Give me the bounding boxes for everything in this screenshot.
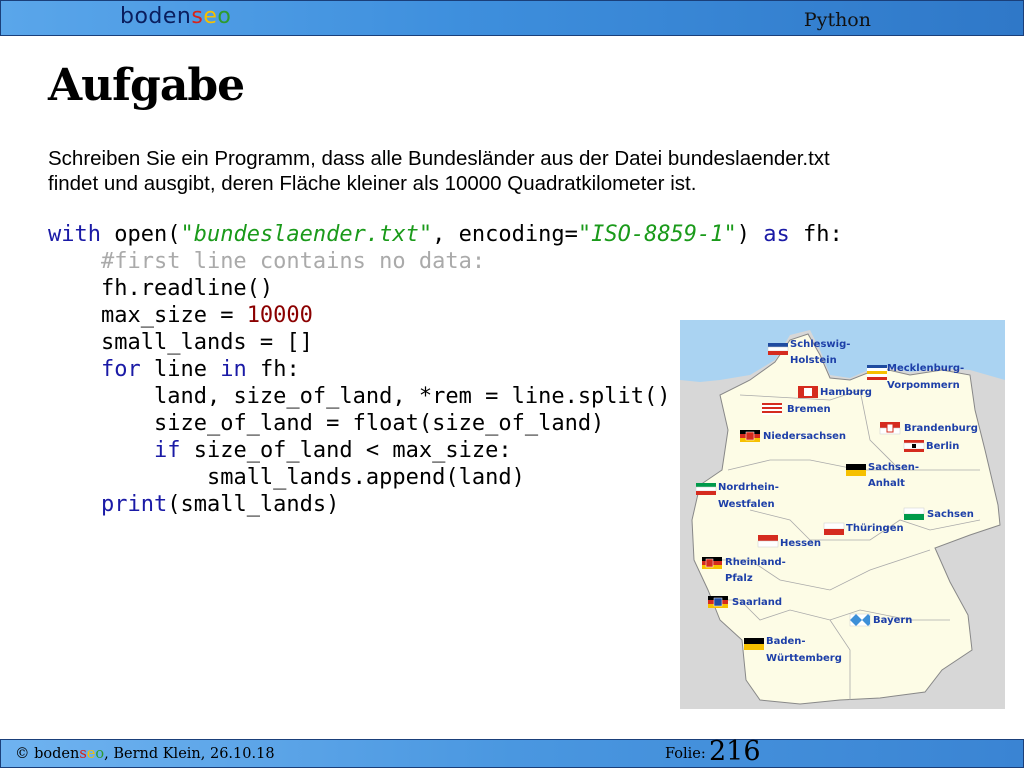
label-berlin: Berlin bbox=[926, 441, 959, 452]
label-baden-wuerttemberg-2: Württemberg bbox=[766, 653, 842, 664]
task-text-line-2: findet und ausgibt, deren Fläche kleiner… bbox=[48, 172, 697, 195]
label-mecklenburg-vorpommern-1: Mecklenburg- bbox=[887, 363, 964, 374]
label-thueringen: Thüringen bbox=[846, 523, 904, 534]
label-rheinland-pfalz-2: Pfalz bbox=[725, 573, 753, 584]
flag-berlin bbox=[903, 440, 925, 452]
flag-brandenburg bbox=[879, 422, 901, 435]
code-line-11: print(small_lands) bbox=[100, 492, 340, 517]
label-baden-wuerttemberg-1: Baden- bbox=[766, 636, 806, 647]
label-mecklenburg-vorpommern-2: Vorpommern bbox=[887, 380, 960, 391]
code-line-5: small_lands = [] bbox=[100, 330, 313, 355]
label-sachsen-anhalt-2: Anhalt bbox=[868, 478, 905, 489]
flag-sachsen bbox=[903, 507, 925, 520]
label-hessen: Hessen bbox=[780, 538, 821, 549]
label-saarland: Saarland bbox=[732, 597, 782, 608]
page-number: 216 bbox=[709, 736, 761, 767]
code-line-1: with open("bundeslaender.txt", encoding=… bbox=[48, 222, 843, 247]
footer-logo: bodenseo bbox=[34, 746, 105, 762]
label-bayern: Bayern bbox=[873, 615, 912, 626]
topic-label: Python bbox=[803, 9, 871, 31]
flag-baden-wuerttemberg bbox=[744, 638, 764, 650]
label-hamburg: Hamburg bbox=[820, 387, 872, 398]
task-text-line-1: Schreiben Sie ein Programm, dass alle Bu… bbox=[48, 147, 830, 170]
germany-map: Schleswig- Holstein Mecklenburg- Vorpomm… bbox=[680, 320, 1005, 709]
code-line-3: fh.readline() bbox=[100, 276, 274, 301]
label-schleswig-holstein-2: Holstein bbox=[790, 355, 837, 366]
flag-hessen bbox=[757, 535, 779, 548]
code-line-10: small_lands.append(land) bbox=[206, 465, 525, 490]
flag-bremen bbox=[762, 403, 782, 415]
label-nordrhein-westfalen-1: Nordrhein- bbox=[718, 482, 779, 493]
footer-bar: © bodenseo, Bernd Klein, 26.10.18 Folie:… bbox=[0, 736, 1024, 768]
code-line-6: for line in fh: bbox=[100, 357, 300, 382]
slide-title: Aufgabe bbox=[48, 60, 245, 111]
flag-saarland bbox=[708, 596, 728, 608]
footer-credits: © bodenseo, Bernd Klein, 26.10.18 bbox=[15, 746, 275, 762]
flag-thueringen bbox=[823, 522, 845, 535]
flag-mecklenburg-vorpommern bbox=[867, 365, 887, 380]
label-sachsen: Sachsen bbox=[927, 509, 974, 520]
label-niedersachsen: Niedersachsen bbox=[763, 431, 846, 442]
flag-hamburg bbox=[798, 386, 818, 398]
code-line-8: size_of_land = float(size_of_land) bbox=[153, 411, 605, 436]
flag-nordrhein-westfalen bbox=[695, 483, 717, 495]
flag-sachsen-anhalt bbox=[846, 464, 866, 476]
code-line-7: land, size_of_land, *rem = line.split() bbox=[153, 384, 671, 409]
label-nordrhein-westfalen-2: Westfalen bbox=[718, 499, 775, 510]
label-brandenburg: Brandenburg bbox=[904, 423, 978, 434]
code-line-4: max_size = 10000 bbox=[100, 303, 313, 328]
header-bar: bodenseo Python bbox=[0, 0, 1024, 36]
flag-niedersachsen bbox=[740, 430, 760, 442]
folie-label: Folie: bbox=[665, 746, 706, 762]
label-bremen: Bremen bbox=[787, 404, 831, 415]
code-line-9: if size_of_land < max_size: bbox=[153, 438, 512, 463]
flag-bayern bbox=[849, 613, 871, 627]
flag-schleswig-holstein bbox=[767, 343, 789, 355]
code-line-2: #first line contains no data: bbox=[100, 249, 486, 274]
bodenseo-logo: bodenseo bbox=[120, 4, 232, 29]
flag-rheinland-pfalz bbox=[702, 557, 722, 569]
task-description: Schreiben Sie ein Programm, dass alle Bu… bbox=[48, 146, 948, 196]
label-rheinland-pfalz-1: Rheinland- bbox=[725, 557, 786, 568]
label-sachsen-anhalt-1: Sachsen- bbox=[868, 462, 919, 473]
label-schleswig-holstein-1: Schleswig- bbox=[790, 339, 850, 350]
